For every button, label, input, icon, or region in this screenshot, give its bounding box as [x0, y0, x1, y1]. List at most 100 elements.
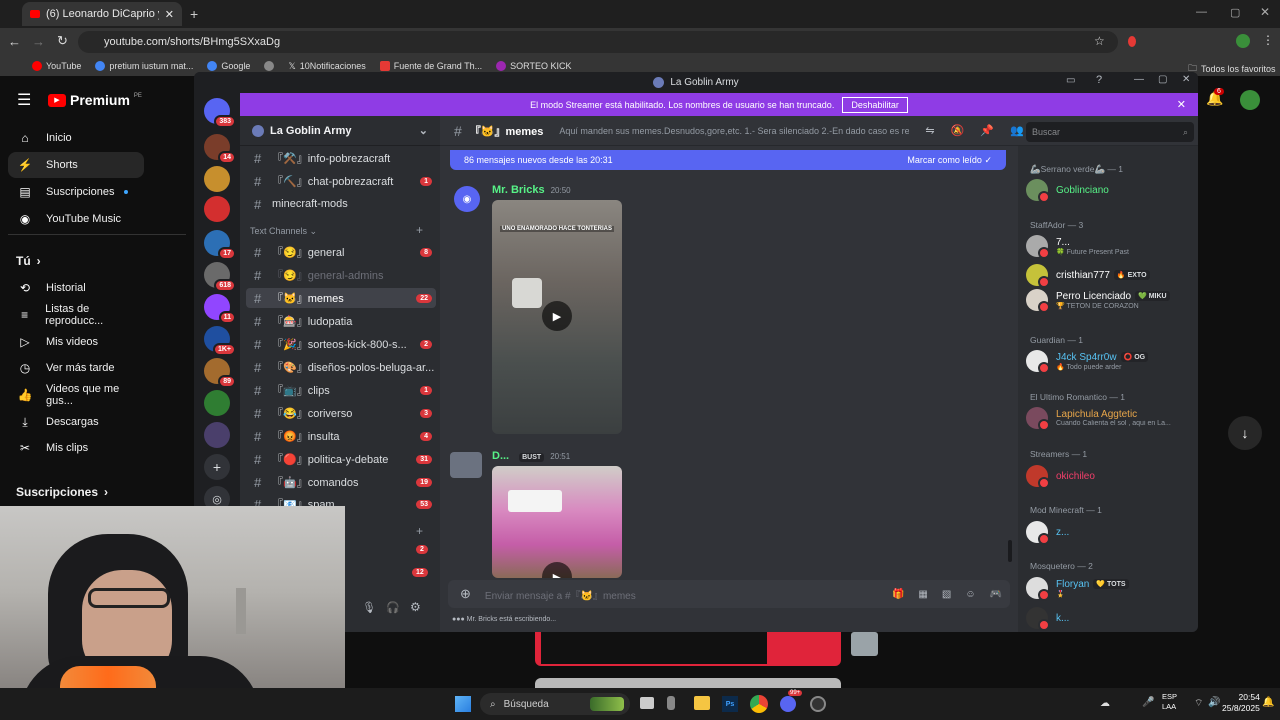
inbox-icon[interactable]: ▭	[1066, 75, 1075, 86]
server-icon[interactable]	[204, 166, 230, 192]
bookmark-pretium[interactable]: pretium iustum mat...	[95, 61, 193, 71]
yt-you-header[interactable]: Tú ›	[6, 248, 142, 274]
bookmark-fuente[interactable]: Fuente de Grand Th...	[379, 61, 482, 71]
yt-watch-later[interactable]: ◷ Ver más tarde	[8, 355, 144, 381]
server-icon[interactable]: 17	[204, 230, 236, 260]
notification-icon[interactable]: 🔔	[1262, 697, 1274, 708]
channel-item[interactable]: # 『😏』general 8	[246, 242, 436, 262]
member-item[interactable]: okichileo	[1026, 462, 1191, 490]
bookmark-google[interactable]: Google	[207, 61, 250, 71]
bookmark-globe[interactable]	[264, 61, 275, 71]
member-item[interactable]: Goblinciano	[1026, 176, 1191, 204]
wifi-icon[interactable]: ⌔	[1194, 697, 1203, 710]
add-server-icon[interactable]: +	[204, 454, 230, 480]
mark-read-button[interactable]: Marcar como leído ✓	[907, 155, 992, 166]
yt-subs-header[interactable]: Suscripciones ›	[6, 479, 142, 505]
channel-item[interactable]: # 『🤖』comandos 19	[246, 472, 436, 492]
all-favorites[interactable]: 🗀 Todos los favoritos	[1188, 61, 1276, 77]
member-item[interactable]: 7... 🍀 Future Present Past	[1026, 232, 1191, 260]
play-icon[interactable]: ▶	[542, 301, 572, 331]
channel-item[interactable]: # 『⚒️』info-pobrezacraft	[246, 148, 436, 168]
back-icon[interactable]: ←	[8, 34, 21, 49]
new-messages-bar[interactable]: 86 mensajes nuevos desde las 20:31 Marca…	[450, 150, 1006, 170]
minimize-icon[interactable]: —	[1134, 74, 1144, 85]
windows-start-icon[interactable]	[455, 696, 471, 712]
member-item[interactable]: k...	[1026, 604, 1191, 632]
members-icon[interactable]: 👥	[1010, 124, 1024, 137]
settings-gear-icon[interactable]: ⚙	[410, 600, 421, 614]
yt-nav-shorts[interactable]: ⚡ Shorts	[8, 152, 144, 178]
chrome-icon[interactable]	[750, 695, 768, 713]
avatar[interactable]	[450, 452, 482, 478]
minimize-icon[interactable]: —	[1196, 6, 1207, 18]
close-icon[interactable]: ✕	[1182, 74, 1190, 85]
file-explorer-icon[interactable]	[694, 696, 710, 710]
server-icon[interactable]: 1K+	[204, 326, 236, 356]
app-icon[interactable]	[667, 696, 675, 710]
cloud-icon[interactable]: ☁	[1100, 698, 1110, 709]
emoji-icon[interactable]: ☺	[965, 589, 975, 600]
yt-profile-avatar[interactable]	[1240, 90, 1260, 110]
channel-item[interactable]: # 『🎨』diseños-polos-beluga-ar...	[246, 357, 436, 377]
message-author[interactable]: Mr. Bricks	[492, 184, 545, 196]
pin-icon[interactable]: 📌	[980, 124, 994, 137]
member-item[interactable]: J4ck Sp4rr0w ⭕ OG 🔥 Todo puede arder	[1026, 347, 1191, 375]
yt-nav-music[interactable]: ◉ YouTube Music	[8, 206, 144, 232]
search-input[interactable]: Buscar ⌕	[1026, 122, 1194, 142]
help-icon[interactable]: ?	[1096, 74, 1102, 86]
channel-item[interactable]: # 『🎉』sorteos-kick-800-s... 2	[246, 334, 436, 354]
channel-item[interactable]: # 『🎰』ludopatia	[246, 311, 436, 331]
mic-tray-icon[interactable]: 🎤	[1142, 697, 1154, 708]
channel-item[interactable]: # 『⛏️』chat-pobrezacraft 1	[246, 171, 436, 191]
server-icon[interactable]	[204, 422, 230, 448]
member-item[interactable]: cristhian777 🔥 EXTO	[1026, 261, 1191, 289]
task-view-icon[interactable]	[640, 697, 654, 709]
yt-playlists[interactable]: ≡ Listas de reproducc...	[8, 302, 144, 328]
video-attachment[interactable]: UNO ENAMORADO HACE TONTERIAS ▶	[492, 200, 622, 434]
avatar[interactable]: ◉	[454, 186, 480, 212]
channel-item-selected[interactable]: # 『🐱』memes 22	[246, 288, 436, 308]
bookmark-sorteo[interactable]: SORTEO KICK	[496, 61, 572, 71]
server-icon[interactable]	[204, 196, 230, 222]
yt-liked-videos[interactable]: 👍 Videos que me gus...	[8, 382, 144, 408]
channel-item[interactable]: # 『😂』coriverso 3	[246, 403, 436, 423]
apps-icon[interactable]: 🎮	[990, 589, 1002, 600]
video-attachment[interactable]: ▶	[492, 466, 622, 578]
close-tab-icon[interactable]: ✕	[165, 8, 174, 21]
add-attachment-icon[interactable]: ⊕	[460, 586, 471, 602]
discord-taskbar-icon[interactable]: 99+	[780, 690, 803, 712]
member-item[interactable]: Floryan 💛 TOTS 🎖️	[1026, 574, 1191, 602]
disable-streamer-button[interactable]: Deshabilitar	[842, 96, 908, 113]
yt-downloads[interactable]: ⤓ Descargas	[8, 409, 144, 435]
server-icon[interactable]	[204, 390, 230, 416]
new-tab-icon[interactable]: +	[190, 6, 198, 22]
message-author[interactable]: D...	[492, 450, 509, 462]
notifications-bell-icon[interactable]: 🔔 6	[1206, 88, 1224, 107]
maximize-icon[interactable]: ▢	[1230, 6, 1240, 19]
server-icon[interactable]: 89	[204, 358, 236, 388]
add-channel-icon[interactable]: +	[416, 524, 423, 538]
channel-item[interactable]: # 『😏』general-admins	[246, 265, 436, 285]
yt-nav-subscriptions[interactable]: ▤ Suscripciones	[8, 179, 144, 205]
message-input[interactable]: ⊕ Enviar mensaje a #『🐱』memes 🎁 ▦ ▧ ☺ 🎮	[448, 580, 1010, 608]
member-item[interactable]: Perro Licenciado 💚 MIKU 🏆 TETON DE CORAZON	[1026, 286, 1191, 314]
channel-item[interactable]: # 『🔴』politica-y-debate 31	[246, 449, 436, 469]
menu-dots-icon[interactable]: ⋮	[1262, 33, 1274, 47]
bookmark-x[interactable]: 𝕏 10Notificaciones	[288, 61, 365, 72]
system-clock[interactable]: 20:54 25/8/2025	[1222, 692, 1260, 714]
mute-bell-icon[interactable]: 🔕	[951, 124, 965, 137]
close-banner-icon[interactable]: ✕	[1177, 98, 1186, 111]
channel-topic[interactable]: Aquí manden sus memes.Desnudos,gore,etc.…	[559, 126, 909, 136]
close-window-icon[interactable]: ✕	[1260, 5, 1270, 19]
add-channel-icon[interactable]: +	[416, 223, 423, 237]
extension-icon[interactable]	[1128, 36, 1136, 47]
twitch-server-icon[interactable]: 11	[204, 294, 236, 324]
direct-messages-icon[interactable]: 383	[204, 98, 236, 128]
forward-icon[interactable]: →	[32, 34, 45, 49]
microphone-icon[interactable]: 🎙	[362, 601, 376, 614]
threads-icon[interactable]: ⇋	[925, 124, 934, 137]
browser-tab[interactable]: (6) Leonardo DiCaprio y su lim... ✕	[22, 2, 182, 26]
category-header[interactable]: Text Channels ⌄	[250, 226, 317, 237]
yt-clips[interactable]: ✂ Mis clips	[8, 435, 144, 461]
address-bar[interactable]: youtube.com/shorts/BHmg5SXxaDg	[78, 31, 1118, 53]
